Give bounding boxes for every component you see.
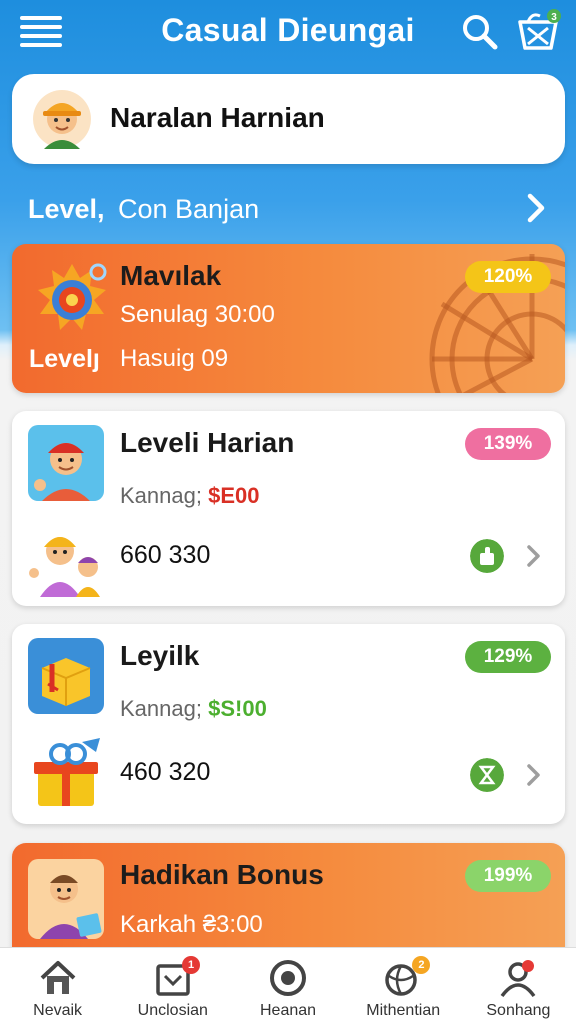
nav-label: Mithentian [366,1002,441,1019]
record-icon [270,960,306,996]
featured-percent-badge: 120% [465,261,551,293]
nav-label: Heanan [259,1002,317,1019]
worker-avatar-icon [33,90,91,149]
featured-subtitle: Senulag 30:00 [120,301,275,328]
featured-title: Mavılak [120,260,222,291]
reward-amount: $S!00 [208,696,267,721]
reward-label: Kannag; [120,696,202,721]
featured-card[interactable]: Mavılak Senulag 30:00 Levelȷ Hasuig 09 1… [12,244,565,393]
level-value: Con Banjan [118,194,260,224]
nav-item-home[interactable]: Nevaik [0,948,115,1024]
task-card-daily-level[interactable]: Leveli Harian 139% Kannag; $E00 660 330 [12,411,565,606]
nav-item-profile[interactable]: Sonhang [461,948,576,1024]
worker-family-icon [29,537,100,597]
nav-item-inbox[interactable]: 1 Unclosian [115,948,230,1024]
profile-name: Naralan Harnian [110,102,325,133]
featured-level-label: Levelȷ [29,345,100,373]
stats-numbers: 460 320 [120,758,211,786]
home-icon [40,961,75,994]
level-label: Level, [28,194,105,224]
bottom-navigation: Nevaik 1 Unclosian Heanan 2 Mithentian S… [0,947,576,1024]
nav-item-globe[interactable]: 2 Mithentian [346,948,461,1024]
nav-label: Nevaik [33,1002,83,1019]
gift-box-icon [28,638,104,714]
top-app-bar: Casual Dieungai 3 [0,0,576,66]
level-row[interactable]: Level, Con Banjan [0,186,576,232]
nav-label: Unclosian [137,1002,208,1019]
stats-numbers: 660 330 [120,541,211,569]
reward-amount: $E00 [208,483,260,508]
percent-badge: 129% [465,641,551,673]
reward-label: Kannag; [120,483,202,508]
shopping-basket-icon[interactable]: 3 [514,8,562,52]
bonus-card[interactable]: Hadikan Bonus Karkah ₴3:00 199% [12,843,565,953]
shopper-avatar-icon [28,859,104,939]
nav-badge: 1 [182,956,201,974]
profile-icon [500,960,536,998]
cart-badge: 3 [551,12,557,23]
nav-label: Sonhang [486,1002,551,1019]
reward-row: Kannag; $S!00 [120,696,267,722]
card-title: Leyilk [120,640,200,671]
chevron-right-icon[interactable] [524,543,544,569]
percent-badge: 139% [465,428,551,460]
target-icon [38,263,107,330]
bonus-title: Hadikan Bonus [120,859,324,890]
search-icon[interactable] [460,12,500,52]
bonus-subtitle: Karkah ₴3:00 [120,911,263,938]
profile-card[interactable]: Naralan Harnian [12,74,565,164]
thumbs-up-icon[interactable] [470,539,504,573]
featured-level-value: Hasuig 09 [120,345,229,372]
gift-ribbon-icon [34,738,100,806]
card-title: Leveli Harian [120,427,295,458]
bonus-percent-badge: 199% [465,860,551,892]
task-card-leyilk[interactable]: Leyilk 129% Kannag; $S!00 460 320 [12,624,565,824]
chevron-right-icon[interactable] [522,190,550,226]
hourglass-icon[interactable] [470,758,504,792]
reward-row: Kannag; $E00 [120,483,259,509]
nav-badge: 2 [412,956,431,974]
chevron-right-icon[interactable] [524,762,544,788]
kid-avatar-icon [28,425,104,501]
nav-item-record[interactable]: Heanan [230,948,345,1024]
